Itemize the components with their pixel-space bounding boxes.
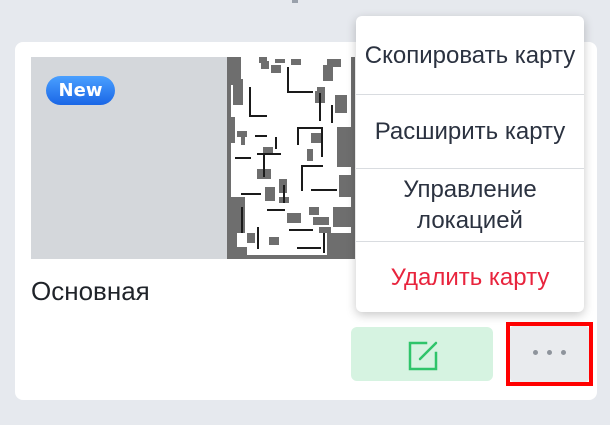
menu-item-manage-location[interactable]: Управление локацией [356, 169, 584, 241]
menu-item-label: Управление локацией [403, 176, 537, 234]
menu-item-expand-map[interactable]: Расширить карту [356, 95, 584, 168]
more-horizontal-icon [510, 350, 589, 355]
menu-item-copy-map[interactable]: Скопировать карту [356, 16, 584, 94]
menu-item-delete-map[interactable]: Удалить карту [356, 242, 584, 312]
map-options-menu: Скопировать карту Расширить карту Управл… [356, 16, 584, 312]
new-badge: New [46, 76, 115, 105]
map-name: Основная [31, 276, 150, 306]
menu-item-label: Удалить карту [390, 263, 550, 291]
more-options-button[interactable] [506, 322, 593, 386]
edit-icon [408, 341, 438, 371]
header-remnant [292, 0, 298, 3]
edit-map-button[interactable] [351, 327, 493, 381]
top-strip [0, 0, 610, 8]
menu-item-label: Расширить карту [374, 118, 566, 145]
map-thumbnail [227, 57, 355, 259]
menu-item-label: Скопировать карту [364, 41, 576, 69]
